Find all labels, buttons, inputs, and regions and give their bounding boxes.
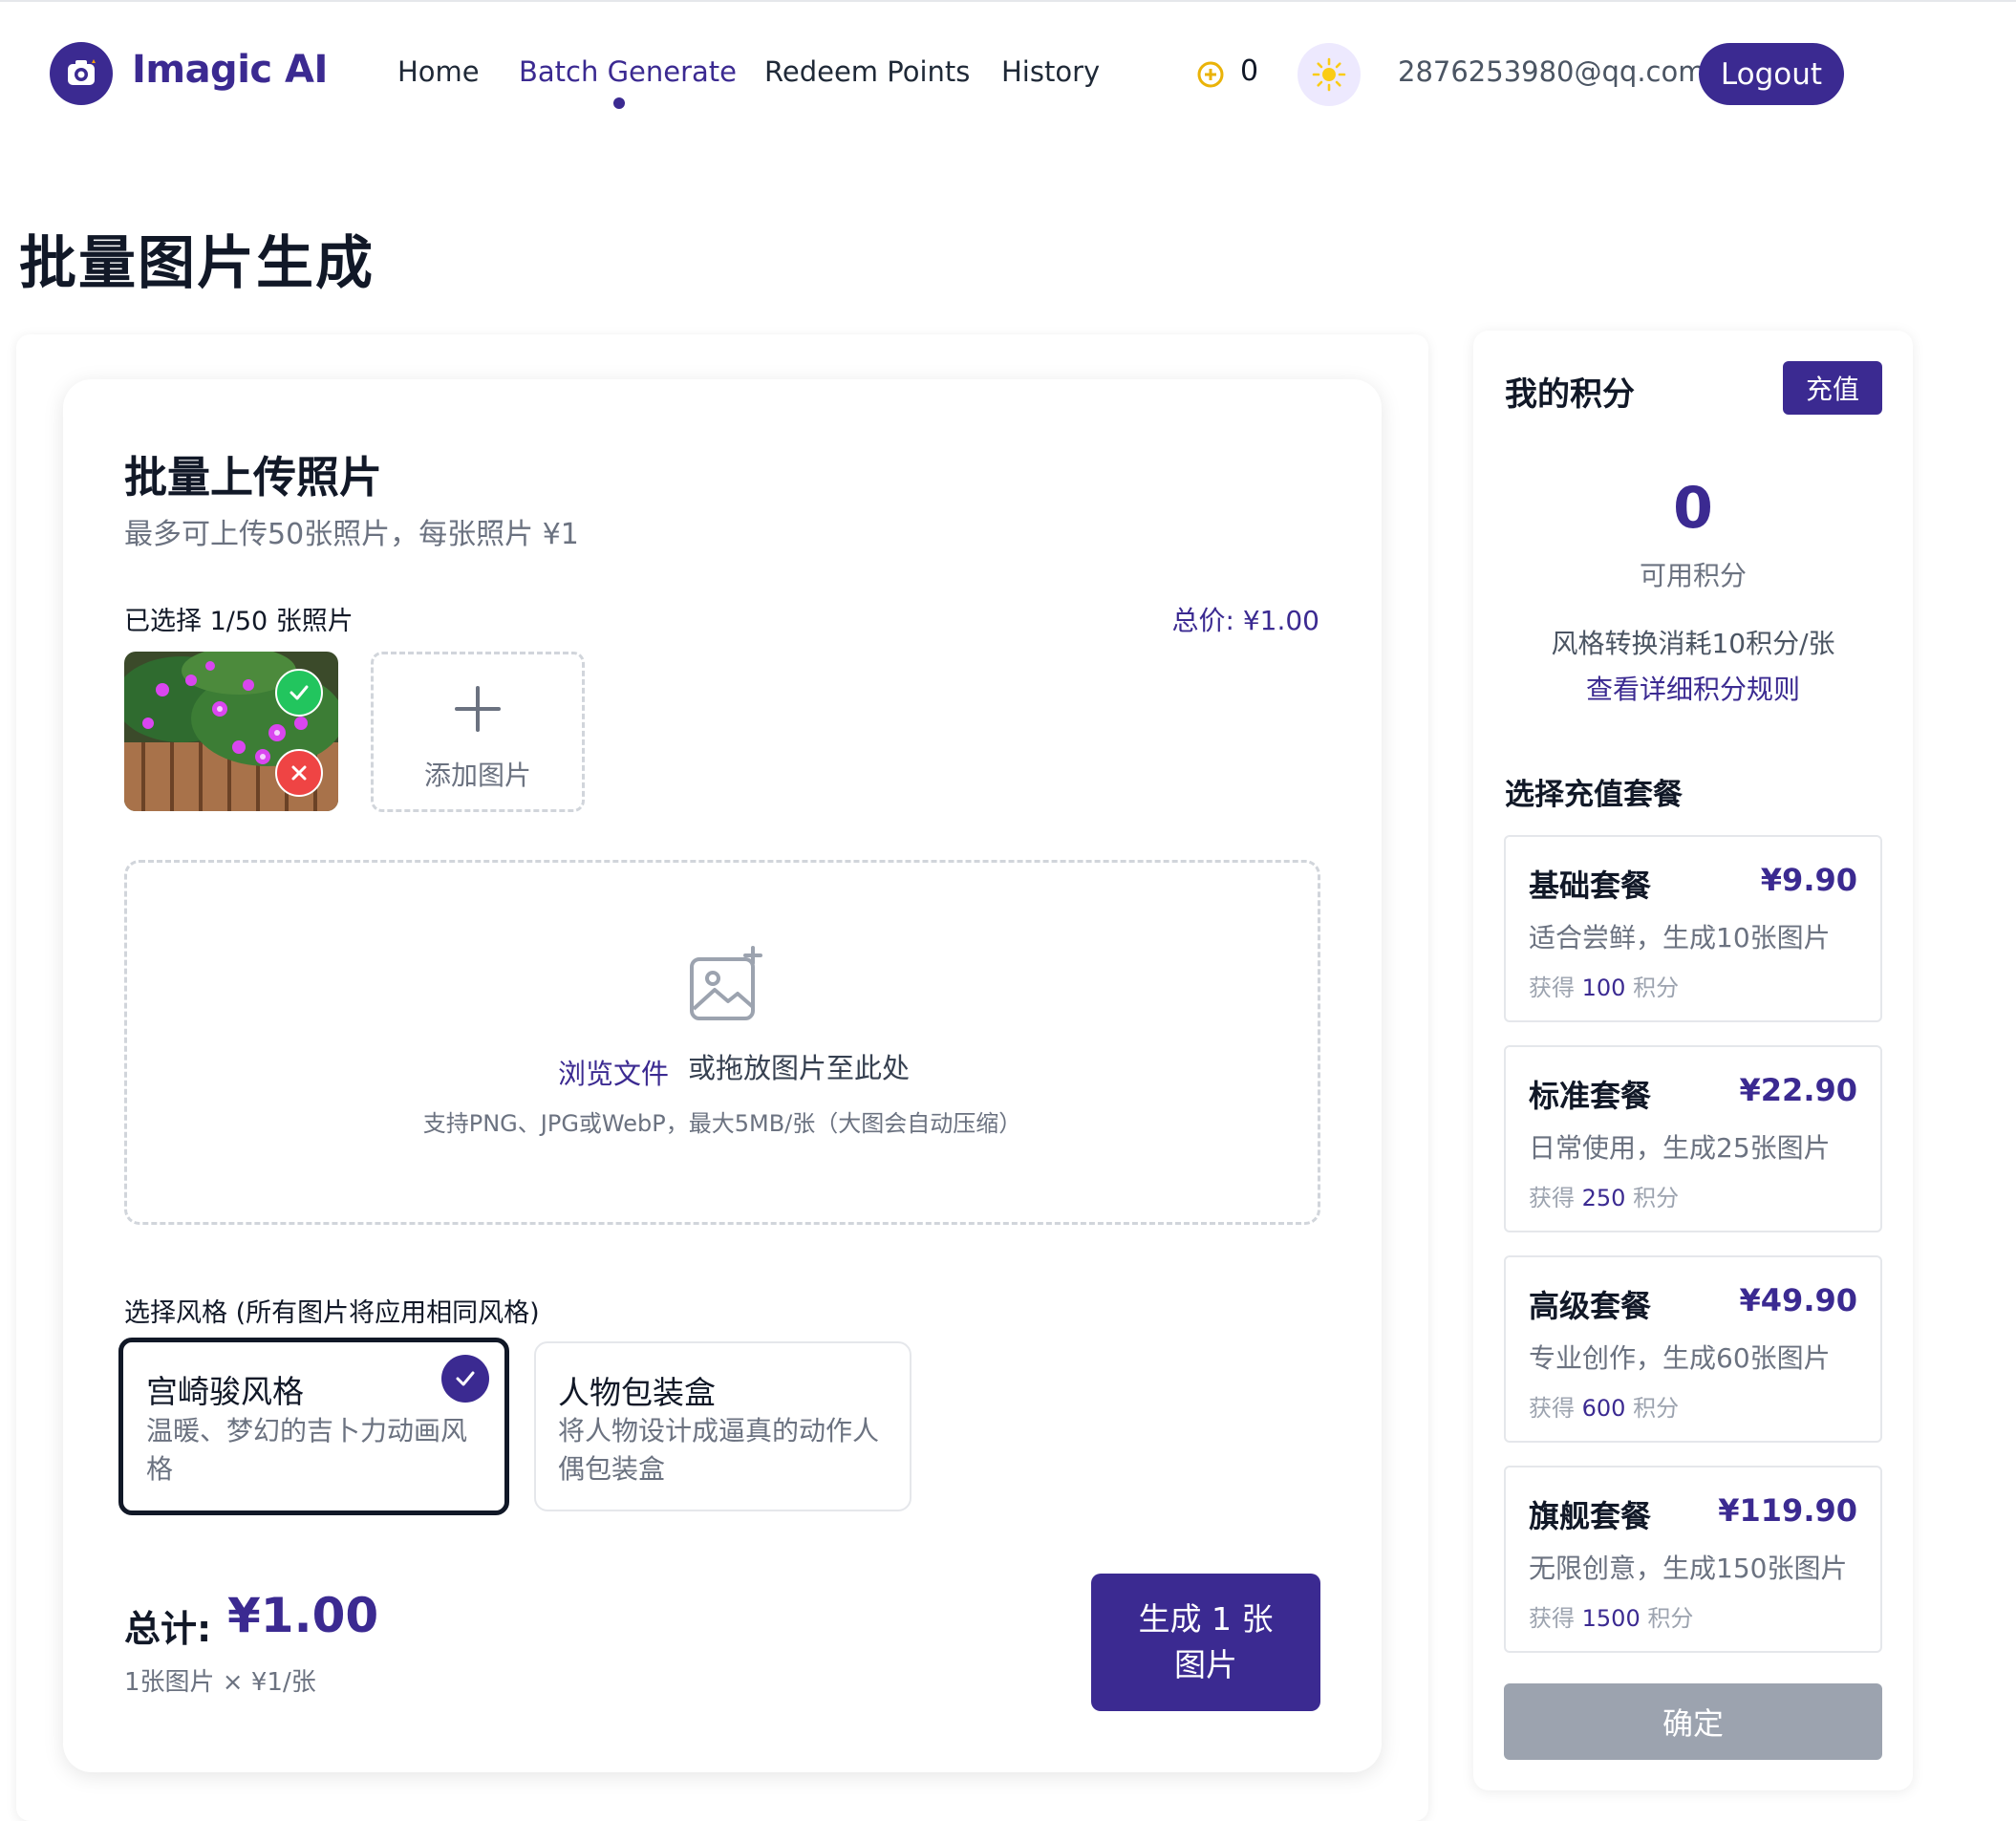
nav-home[interactable]: Home	[397, 55, 480, 88]
user-email: 2876253980@qq.com	[1398, 55, 1705, 88]
total-breakdown: 1张图片 × ¥1/张	[124, 1668, 316, 1697]
logout-button[interactable]: Logout	[1699, 43, 1844, 105]
package-name: 旗舰套餐	[1529, 1498, 1652, 1534]
package-desc: 适合尝鲜，生成10张图片	[1529, 922, 1831, 953]
file-dropzone[interactable]	[124, 860, 1320, 1225]
package-desc: 日常使用，生成25张图片	[1529, 1132, 1831, 1164]
available-points-caption: 可用积分	[1639, 560, 1747, 591]
nav-redeem-points[interactable]: Redeem Points	[764, 55, 970, 88]
selected-count: 已选择 1/50 张照片	[124, 607, 354, 636]
package-gain: 获得 600 积分	[1529, 1395, 1680, 1422]
active-nav-indicator	[613, 97, 625, 109]
package-price: ¥119.90	[1718, 1492, 1857, 1529]
style-option-desc: 将人物设计成逼真的动作人 偶包装盒	[558, 1412, 879, 1489]
coin-plus-icon	[1196, 60, 1225, 93]
image-add-icon	[686, 946, 766, 1030]
package-card-advanced[interactable]: 高级套餐 ¥49.90 专业创作，生成60张图片 获得 600 积分	[1504, 1255, 1882, 1443]
package-desc: 专业创作，生成60张图片	[1529, 1342, 1831, 1374]
style-option-desc-line: 格	[146, 1453, 174, 1485]
total-label: 总计:	[124, 1608, 212, 1650]
generate-label: 生成 1 张	[1138, 1600, 1274, 1638]
remove-photo-close-icon[interactable]	[275, 749, 323, 797]
available-points: 0	[1673, 475, 1713, 542]
page-title: 批量图片生成	[19, 230, 375, 297]
package-card-standard[interactable]: 标准套餐 ¥22.90 日常使用，生成25张图片 获得 250 积分	[1504, 1045, 1882, 1232]
style-option-desc-line: 温暖、梦幻的吉卜力动画风	[146, 1415, 468, 1446]
camera-logo-icon[interactable]	[50, 42, 113, 105]
theme-toggle-button[interactable]	[1298, 43, 1361, 106]
package-price: ¥49.90	[1739, 1282, 1857, 1318]
confirm-purchase-button[interactable]: 确定	[1504, 1683, 1882, 1760]
package-card-basic[interactable]: 基础套餐 ¥9.90 适合尝鲜，生成10张图片 获得 100 积分	[1504, 835, 1882, 1022]
package-price: ¥9.90	[1760, 862, 1857, 898]
recharge-button[interactable]: 充值	[1783, 361, 1882, 415]
package-name: 标准套餐	[1529, 1078, 1652, 1114]
add-image-label: 添加图片	[423, 760, 531, 791]
style-section-label: 选择风格 (所有图片将应用相同风格)	[124, 1298, 540, 1328]
drop-instructions: 或拖放图片至此处	[688, 1052, 911, 1084]
total-amount: ¥1.00	[227, 1588, 379, 1643]
style-option-desc: 温暖、梦幻的吉卜力动画风 格	[146, 1412, 467, 1489]
total-price: 总价: ¥1.00	[1171, 605, 1320, 636]
points-balance: 0	[1240, 54, 1259, 88]
selected-check-icon	[441, 1355, 489, 1403]
upload-subtitle: 最多可上传50张照片，每张照片 ¥1	[124, 518, 579, 551]
generate-label: 图片	[1174, 1646, 1237, 1683]
package-name: 基础套餐	[1529, 868, 1652, 904]
style-option-desc-line: 偶包装盒	[558, 1453, 666, 1485]
package-gain: 获得 100 积分	[1529, 975, 1680, 1001]
cost-note: 风格转换消耗10积分/张	[1551, 628, 1835, 659]
package-card-flagship[interactable]: 旗舰套餐 ¥119.90 无限创意，生成150张图片 获得 1500 积分	[1504, 1466, 1882, 1653]
style-option-name: 人物包装盒	[558, 1374, 716, 1411]
sun-icon	[1312, 57, 1346, 92]
brand-name[interactable]: Imagic AI	[132, 48, 328, 92]
package-name: 高级套餐	[1529, 1288, 1652, 1324]
package-gain: 获得 250 积分	[1529, 1185, 1680, 1211]
nav-batch-generate[interactable]: Batch Generate	[519, 55, 737, 88]
packages-heading: 选择充值套餐	[1505, 778, 1683, 812]
style-option-desc-line: 将人物设计成逼真的动作人	[558, 1415, 880, 1446]
package-desc: 无限创意，生成150张图片	[1529, 1553, 1848, 1584]
browse-files-link[interactable]: 浏览文件	[558, 1052, 669, 1092]
package-gain: 获得 1500 积分	[1529, 1605, 1694, 1632]
top-navigation: Imagic AI Home Batch Generate Redeem Poi…	[0, 0, 2016, 153]
style-option-name: 宫崎骏风格	[146, 1373, 304, 1410]
points-panel-title: 我的积分	[1505, 375, 1635, 414]
upload-title: 批量上传照片	[124, 452, 383, 503]
generate-images-button[interactable]: 生成 1 张 图片	[1091, 1574, 1320, 1711]
plus-icon	[453, 684, 503, 738]
nav-history[interactable]: History	[1001, 55, 1100, 88]
file-format-hint: 支持PNG、JPG或WebP，最大5MB/张（大图会自动压缩）	[422, 1110, 1022, 1137]
points-rules-link[interactable]: 查看详细积分规则	[1473, 669, 1913, 707]
photo-approved-check-icon	[275, 669, 323, 717]
package-price: ¥22.90	[1739, 1072, 1857, 1108]
